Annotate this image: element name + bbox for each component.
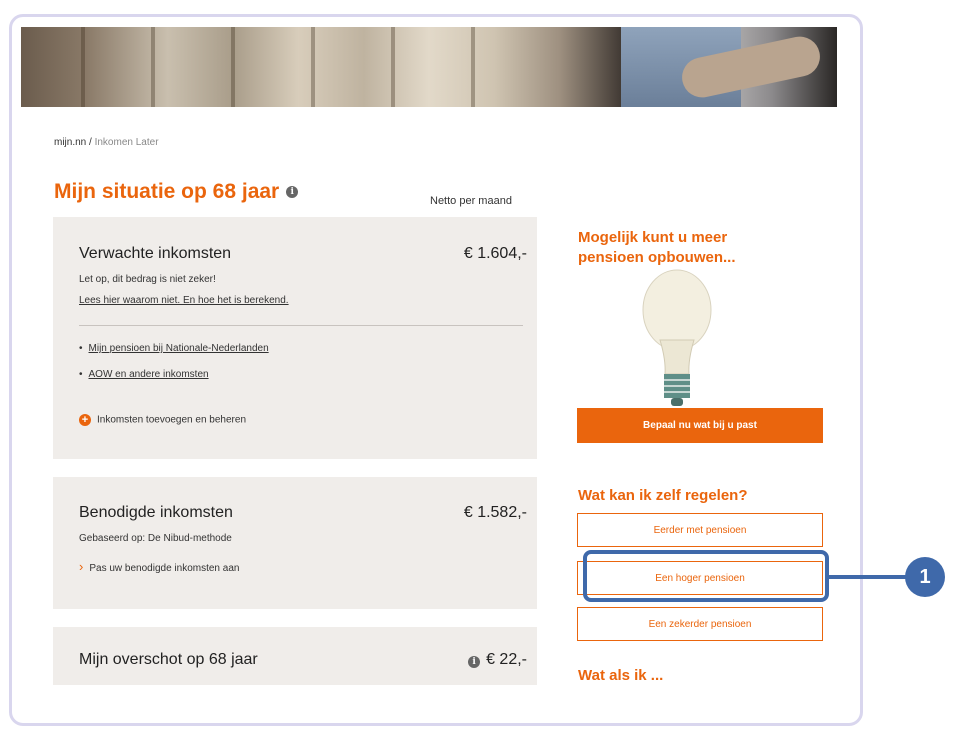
surplus-title: Mijn overschot op 68 jaar bbox=[79, 651, 258, 668]
explain-link[interactable]: Lees hier waarom niet. En hoe het is ber… bbox=[79, 295, 289, 306]
what-if-heading: Wat als ik ... bbox=[578, 667, 664, 684]
aow-link[interactable]: AOW en andere inkomsten bbox=[89, 369, 209, 380]
adjust-income-link[interactable]: › Pas uw benodigde inkomsten aan bbox=[79, 559, 239, 574]
add-income-label: Inkomsten toevoegen en beheren bbox=[97, 414, 246, 426]
surplus-amount: € 22,- bbox=[486, 651, 527, 668]
divider bbox=[79, 325, 523, 326]
page-title: Mijn situatie op 68 jaar i bbox=[54, 180, 299, 204]
safer-pension-button[interactable]: Een zekerder pensioen bbox=[577, 607, 823, 641]
needed-income-basis: Gebaseerd op: De Nibud-methode bbox=[79, 533, 232, 544]
bullet-icon: • bbox=[79, 343, 83, 354]
expected-income-note: Let op, dit bedrag is niet zeker! bbox=[79, 274, 216, 285]
breadcrumb-separator: / bbox=[86, 137, 95, 148]
expected-income-card: Verwachte inkomsten € 1.604,- Let op, di… bbox=[53, 217, 537, 459]
breadcrumb-root-link[interactable]: mijn.nn bbox=[54, 137, 86, 148]
info-icon[interactable]: i bbox=[286, 186, 299, 198]
cta-button[interactable]: Bepaal nu wat bij u past bbox=[577, 408, 823, 443]
callout-badge: 1 bbox=[905, 557, 945, 597]
pension-nn-link[interactable]: Mijn pensioen bij Nationale-Nederlanden bbox=[89, 343, 269, 354]
info-icon[interactable]: i bbox=[468, 656, 481, 668]
callout-line bbox=[829, 575, 909, 579]
chevron-right-icon: › bbox=[79, 559, 84, 574]
breadcrumb: mijn.nn / Inkomen Later bbox=[54, 137, 159, 148]
earlier-pension-button[interactable]: Eerder met pensioen bbox=[577, 513, 823, 547]
needed-income-card: Benodigde inkomsten € 1.582,- Gebaseerd … bbox=[53, 477, 537, 609]
surplus-amount-wrap: i € 22,- bbox=[468, 651, 527, 669]
adjust-income-label: Pas uw benodigde inkomsten aan bbox=[89, 563, 240, 574]
expected-income-amount: € 1.604,- bbox=[463, 245, 527, 262]
list-item[interactable]: • Mijn pensioen bij Nationale-Nederlanden bbox=[79, 343, 269, 354]
page-title-text: Mijn situatie op 68 jaar bbox=[54, 180, 280, 203]
column-label: Netto per maand bbox=[430, 195, 512, 207]
bullet-icon: • bbox=[79, 369, 83, 380]
surplus-card: Mijn overschot op 68 jaar i € 22,- bbox=[53, 627, 537, 685]
list-item[interactable]: • AOW en andere inkomsten bbox=[79, 369, 209, 380]
highlight-box bbox=[583, 550, 829, 602]
needed-income-amount: € 1.582,- bbox=[463, 504, 527, 521]
breadcrumb-current: Inkomen Later bbox=[94, 137, 159, 148]
hero-banner-image bbox=[21, 27, 837, 107]
lightbulb-image bbox=[642, 269, 712, 406]
expected-income-title: Verwachte inkomsten bbox=[79, 245, 232, 262]
add-income-button[interactable]: + Inkomsten toevoegen en beheren bbox=[79, 414, 246, 426]
regelen-heading: Wat kan ik zelf regelen? bbox=[578, 487, 748, 504]
plus-circle-icon: + bbox=[79, 414, 91, 426]
needed-income-title: Benodigde inkomsten bbox=[79, 504, 233, 521]
